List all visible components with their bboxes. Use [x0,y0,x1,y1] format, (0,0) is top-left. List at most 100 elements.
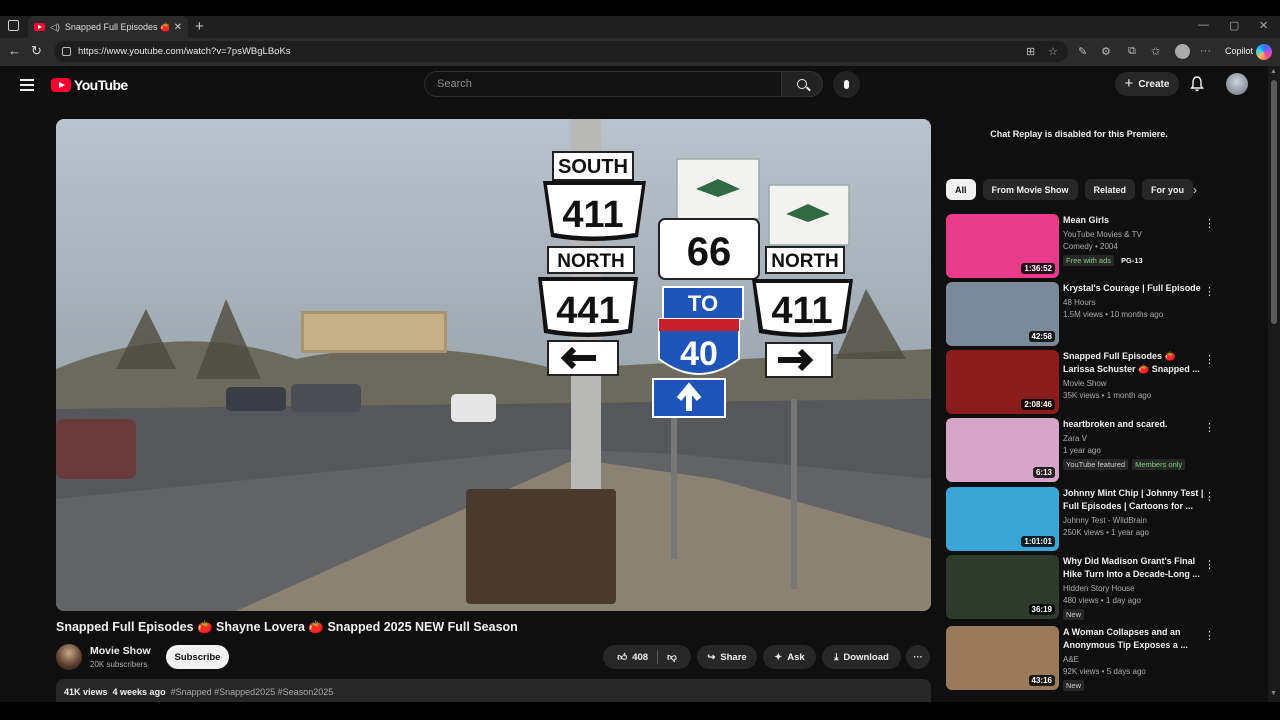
close-window-icon[interactable]: ✕ [1259,19,1268,32]
back-arrow-icon[interactable]: ← [8,43,21,58]
description-box[interactable]: 41K views 4 weeks ago #Snapped #Snapped2… [56,679,931,702]
more-options-icon[interactable]: ⋮ [1204,285,1215,298]
extensions-puzzle-icon[interactable]: ⚙ [1101,45,1111,58]
scroll-down-icon[interactable]: ▼ [1270,690,1277,697]
more-options-icon[interactable]: ⋮ [1204,629,1215,642]
more-options-icon[interactable]: ⋮ [1204,421,1215,434]
recommendation-item[interactable]: 1:36:52 Mean Girls YouTube Movies & TV Come… [946,214,1216,278]
plus-icon: + [1124,74,1134,92]
recommendation-channel[interactable]: Johnny Test - WildBrain [1063,515,1205,527]
chip-related[interactable]: Related [1084,179,1136,200]
recommendation-item[interactable]: 43:16 A Woman Collapses and an Anonymous … [946,626,1216,691]
like-count[interactable]: 408 [632,652,648,663]
video-thumbnail[interactable]: 6:13 [946,418,1059,482]
recommendation-channel[interactable]: 48 Hours [1063,297,1205,309]
minimize-icon[interactable]: — [1198,19,1209,31]
video-thumbnail[interactable]: 43:16 [946,626,1059,690]
copilot-icon[interactable] [1256,44,1272,60]
settings-more-icon[interactable]: ··· [1200,45,1211,57]
recommendation-title[interactable]: Snapped Full Episodes 🍅 Larissa Schuster… [1063,350,1205,376]
recommendation-item[interactable]: 1:01:01 Johnny Mint Chip | Johnny Test | … [946,487,1216,551]
app-available-icon[interactable]: ⊞ [1026,45,1035,58]
copilot-label[interactable]: Copilot [1225,46,1253,56]
more-options-icon[interactable]: ⋮ [1204,217,1215,230]
video-thumbnail[interactable]: 2:08:46 [946,350,1059,414]
recommendation-channel[interactable]: YouTube Movies & TV [1063,229,1205,241]
voice-search-button[interactable] [833,71,860,98]
recommendation-channel[interactable]: Movie Show [1063,378,1205,390]
more-options-icon[interactable]: ⋮ [1204,353,1215,366]
video-duration: 42:58 [1028,331,1055,342]
refresh-icon[interactable]: ↻ [31,43,42,59]
search-box[interactable] [424,71,782,97]
video-thumbnail[interactable]: 36:19 [946,555,1059,619]
video-thumbnail[interactable]: 1:01:01 [946,487,1059,551]
search-button[interactable] [781,71,823,97]
more-options-icon[interactable]: ⋮ [1204,490,1215,503]
search-input[interactable] [437,78,781,90]
video-thumbnail[interactable]: 1:36:52 [946,214,1059,278]
recommendation-item[interactable]: 2:08:46 Snapped Full Episodes 🍅 Larissa S… [946,350,1216,414]
chip-from-movie-show[interactable]: From Movie Show [982,179,1078,200]
video-player[interactable]: SOUTH 411 NORTH 441 66 TO 40 NORTH 411 [56,119,931,611]
subscribe-button[interactable]: Subscribe [166,645,229,669]
new-tab-button[interactable]: + [195,18,204,35]
recommendation-title[interactable]: Krystal's Courage | Full Episode [1063,282,1205,295]
recommendation-title[interactable]: heartbroken and scared. [1063,418,1205,431]
ask-label: Ask [787,651,805,663]
recommendation-channel[interactable]: Zara V [1063,433,1205,445]
menu-hamburger-icon[interactable] [20,79,34,94]
create-label: Create [1138,78,1170,90]
letterbox-top [0,0,1280,16]
profile-avatar[interactable] [1175,44,1190,59]
video-thumbnail[interactable]: 42:58 [946,282,1059,346]
site-info-icon[interactable] [62,47,71,56]
scroll-up-icon[interactable]: ▲ [1270,68,1277,75]
chip-all[interactable]: All [946,179,976,200]
recommendation-channel[interactable]: Hidden Story House [1063,583,1205,595]
maximize-icon[interactable]: ▢ [1229,19,1239,32]
recommendation-title[interactable]: A Woman Collapses and an Anonymous Tip E… [1063,626,1205,652]
channel-name[interactable]: Movie Show [90,645,151,657]
extension-icon[interactable]: ✎ [1078,45,1087,58]
recommendation-item[interactable]: 42:58 Krystal's Courage | Full Episode 48 … [946,282,1216,346]
like-thumb-icon[interactable]: 👍︎ [617,651,627,663]
badge-row: New [1063,680,1205,691]
chip-for-you[interactable]: For you [1142,179,1194,200]
address-bar[interactable]: https://www.youtube.com/watch?v=7psWBgLB… [54,41,1068,62]
youtube-logo[interactable]: YouTube [51,77,128,93]
speaker-icon[interactable]: ◁) [50,22,60,33]
recommendation-item[interactable]: 6:13 heartbroken and scared. Zara V1 year … [946,418,1216,482]
favorites-icon[interactable]: ✩ [1151,45,1160,58]
chevron-right-icon[interactable]: › [1193,183,1197,197]
browser-tab-strip: ◁) Snapped Full Episodes 🍅 Sh ✕ + — ▢ ✕ [0,16,1280,38]
page-scrollbar[interactable]: ▲ ▼ [1268,66,1280,702]
recommendation-title[interactable]: Why Did Madison Grant's Final Hike Turn … [1063,555,1205,581]
channel-avatar[interactable] [56,644,82,670]
account-avatar[interactable] [1226,73,1248,95]
recommendation-title[interactable]: Johnny Mint Chip | Johnny Test | Full Ep… [1063,487,1205,513]
letterbox-bottom [0,702,1280,720]
recommendation-info: Snapped Full Episodes 🍅 Larissa Schuster… [1063,350,1205,404]
more-actions-button[interactable]: ··· [906,645,930,669]
hashtags[interactable]: #Snapped #Snapped2025 #Season2025 [171,687,334,701]
recommendation-item[interactable]: 36:19 Why Did Madison Grant's Final Hike … [946,555,1216,620]
scrollbar-thumb[interactable] [1271,80,1277,324]
more-options-icon[interactable]: ⋮ [1204,558,1215,571]
create-button[interactable]: + Create [1115,72,1179,96]
youtube-logo-text: YouTube [74,77,128,93]
recommendation-channel[interactable]: A&E [1063,654,1205,666]
microphone-icon [844,80,849,89]
recommendation-title[interactable]: Mean Girls [1063,214,1205,227]
download-button[interactable]: ⤓ Download [822,645,901,669]
favorite-star-icon[interactable]: ☆ [1048,45,1058,58]
youtube-play-icon [51,78,71,92]
window-menu-icon[interactable] [8,20,19,31]
split-screen-icon[interactable]: ⧉ [1128,45,1136,58]
dislike-thumb-icon[interactable]: 👎︎ [667,651,677,663]
close-tab-icon[interactable]: ✕ [174,22,182,33]
browser-tab[interactable]: ◁) Snapped Full Episodes 🍅 Sh ✕ [28,16,188,38]
ask-button[interactable]: ✦ Ask [763,645,816,669]
notifications-bell-icon[interactable] [1190,76,1204,92]
share-button[interactable]: ↪ Share [697,645,757,669]
